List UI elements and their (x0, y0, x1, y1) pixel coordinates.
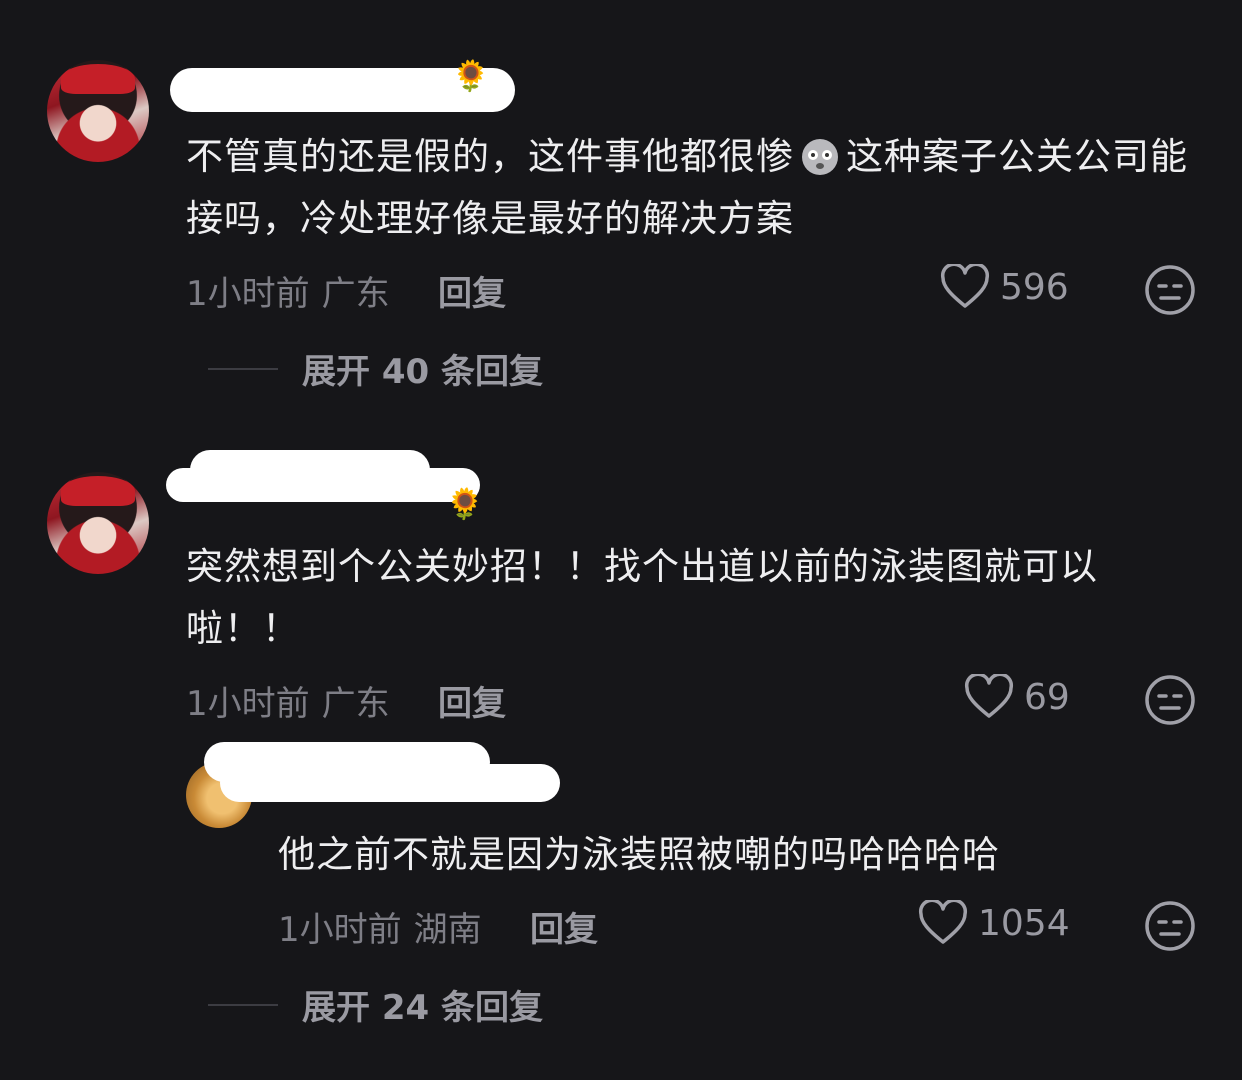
reply-meta: 1小时前 湖南 (278, 910, 482, 950)
heart-icon (964, 674, 1014, 718)
redacted-username (220, 764, 560, 802)
expand-replies-button[interactable]: 展开 24 条回复 (208, 980, 543, 1029)
emoji-reaction-icon[interactable] (1144, 264, 1196, 316)
divider (208, 367, 278, 370)
comment-text: 突然想到个公关妙招！！找个出道以前的泳装图就可以啦！！ (186, 545, 1098, 650)
avatar[interactable] (47, 60, 149, 162)
like-count: 1054 (978, 902, 1070, 944)
reply-button[interactable]: 回复 (438, 266, 506, 315)
avatar[interactable] (47, 472, 149, 574)
heart-icon (918, 900, 968, 944)
sad-face-emoji-icon (802, 139, 838, 175)
reply-button[interactable]: 回复 (438, 676, 506, 725)
comment-meta: 1小时前 广东 (186, 684, 390, 724)
redacted-username (166, 468, 480, 502)
sunflower-icon: 🌻 (446, 487, 484, 522)
comment-meta: 1小时前 广东 (186, 274, 390, 314)
like-button[interactable]: 596 (940, 264, 1069, 310)
like-count: 69 (1024, 676, 1070, 718)
like-button[interactable]: 1054 (918, 900, 1070, 946)
reply-text: 他之前不就是因为泳装照被嘲的吗哈哈哈哈 (278, 833, 1000, 876)
sunflower-icon: 🌻 (452, 59, 490, 94)
like-count: 596 (1000, 266, 1069, 308)
expand-replies-button[interactable]: 展开 40 条回复 (208, 344, 543, 393)
heart-icon (940, 264, 990, 308)
divider (208, 1003, 278, 1006)
emoji-reaction-icon[interactable] (1144, 674, 1196, 726)
reply-button[interactable]: 回复 (530, 902, 598, 951)
like-button[interactable]: 69 (964, 674, 1070, 720)
comment-text: 不管真的还是假的，这件事他都很惨 这种案子公关公司能接吗，冷处理好像是最好的解决方… (186, 135, 1188, 240)
emoji-reaction-icon[interactable] (1144, 900, 1196, 952)
